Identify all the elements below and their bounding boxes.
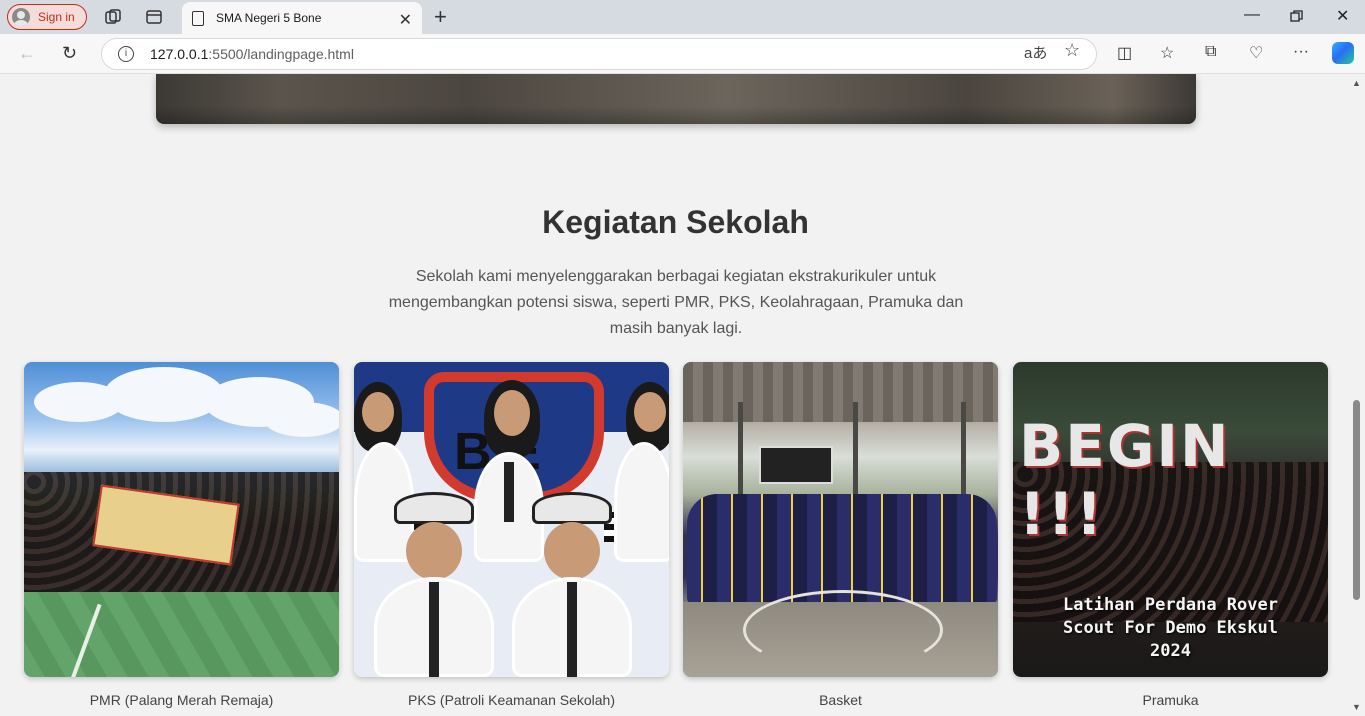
activity-caption: Basket	[819, 692, 862, 708]
overlay-line: Scout For Demo Ekskul	[1063, 618, 1278, 638]
browser-tab-bar: Sign in SMA Negeri 5 Bone ✕ + — ✕	[0, 0, 1365, 34]
workspaces-icon[interactable]	[104, 8, 122, 26]
overlay-line: Latihan Perdana Rover	[1063, 595, 1278, 615]
scroll-down-icon[interactable]: ▼	[1352, 702, 1361, 712]
close-window-icon[interactable]: ✕	[1336, 6, 1349, 26]
more-options-icon[interactable]: ···	[1293, 43, 1309, 61]
section-description: Sekolah kami menyelenggarakan berbagai k…	[388, 268, 964, 337]
address-bar[interactable]: i 127.0.0.1:5500/landingpage.html	[101, 38, 1097, 70]
overlay-line: 2024	[1150, 641, 1191, 661]
collections-icon[interactable]: ⧉	[1205, 43, 1216, 61]
tab-actions-icon[interactable]	[145, 8, 163, 26]
restore-icon[interactable]	[1290, 10, 1303, 23]
section-title: Kegiatan Sekolah	[542, 204, 809, 240]
read-aloud-icon[interactable]: aあ	[1024, 42, 1047, 63]
favorites-icon[interactable]: ☆	[1160, 43, 1174, 63]
hero-image	[156, 74, 1196, 124]
activity-card-pks[interactable]: B E PKS (Patroli Keamanan Sekolah)	[354, 362, 669, 708]
activity-caption: PKS (Patroli Keamanan Sekolah)	[408, 692, 615, 708]
tab-title: SMA Negeri 5 Bone	[216, 11, 322, 25]
activity-card-pramuka[interactable]: BEGIN !!! Latihan Perdana Rover Scout Fo…	[1013, 362, 1328, 708]
activity-photo-basket	[683, 362, 998, 677]
new-tab-icon[interactable]: +	[434, 4, 447, 30]
scrollbar-thumb[interactable]	[1353, 400, 1360, 600]
activity-caption: Pramuka	[1142, 692, 1199, 708]
sign-in-button[interactable]: Sign in	[7, 4, 87, 30]
photo-overlay-text: Latihan Perdana Rover Scout For Demo Eks…	[1013, 594, 1328, 663]
page-document-icon	[192, 10, 204, 26]
activity-caption: PMR (Palang Merah Remaja)	[89, 692, 274, 708]
browser-toolbar: ← ↻ i 127.0.0.1:5500/landingpage.html aあ…	[0, 34, 1365, 74]
activity-photo-pks: B E	[354, 362, 669, 677]
scroll-up-icon[interactable]: ▲	[1352, 78, 1361, 88]
profile-avatar-icon	[12, 8, 30, 26]
close-tab-icon[interactable]: ✕	[399, 10, 412, 30]
page-content: Kegiatan Sekolah Sekolah kami menyelengg…	[0, 74, 1348, 716]
url-host: 127.0.0.1	[150, 46, 209, 62]
copilot-icon[interactable]	[1332, 42, 1354, 64]
minimize-icon[interactable]: —	[1244, 6, 1260, 24]
activity-photo-pmr	[24, 362, 339, 677]
url-path: :5500/landingpage.html	[208, 46, 354, 62]
activity-card-pmr[interactable]: PMR (Palang Merah Remaja)	[24, 362, 339, 708]
refresh-icon[interactable]: ↻	[62, 43, 77, 64]
activity-card-basket[interactable]: Basket	[683, 362, 998, 708]
page-scrollbar[interactable]: ▲ ▼	[1348, 74, 1365, 716]
favorite-star-icon[interactable]: ☆	[1064, 40, 1080, 61]
sign-in-label: Sign in	[38, 10, 75, 24]
photo-text: BEGIN !!!	[1019, 412, 1231, 548]
browser-essentials-icon[interactable]: ♡	[1249, 43, 1263, 63]
split-screen-icon[interactable]: ◫	[1117, 43, 1132, 63]
back-icon[interactable]: ←	[18, 43, 36, 64]
site-info-icon[interactable]: i	[118, 46, 134, 62]
tab-active[interactable]: SMA Negeri 5 Bone ✕	[182, 2, 422, 34]
activity-photo-pramuka: BEGIN !!! Latihan Perdana Rover Scout Fo…	[1013, 362, 1328, 677]
